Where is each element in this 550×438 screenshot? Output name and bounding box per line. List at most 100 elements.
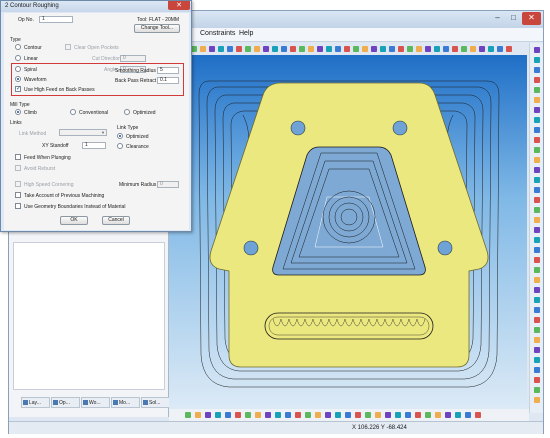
toolbar-tool-icon[interactable] (425, 46, 431, 52)
toolbar-tool-icon[interactable] (434, 46, 440, 52)
side-tool-icon[interactable] (534, 357, 540, 363)
cancel-button[interactable]: Cancel (102, 216, 130, 225)
link-optimized-radio[interactable] (117, 133, 123, 139)
side-tool-icon[interactable] (534, 177, 540, 183)
side-tool-icon[interactable] (534, 227, 540, 233)
toolbar-tool-icon[interactable] (290, 46, 296, 52)
menu-help[interactable]: Help (239, 30, 253, 37)
view-tool-icon[interactable] (325, 412, 331, 418)
view-tool-icon[interactable] (335, 412, 341, 418)
view-tool-icon[interactable] (205, 412, 211, 418)
view-tool-icon[interactable] (445, 412, 451, 418)
view-tool-icon[interactable] (245, 412, 251, 418)
toolbar-tool-icon[interactable] (281, 46, 287, 52)
toolbar-tool-icon[interactable] (479, 46, 485, 52)
side-tool-icon[interactable] (534, 77, 540, 83)
dialog-close-button[interactable]: ✕ (168, 1, 190, 10)
toolbar-tool-icon[interactable] (371, 46, 377, 52)
view-tool-icon[interactable] (465, 412, 471, 418)
side-tool-icon[interactable] (534, 147, 540, 153)
view-tool-icon[interactable] (275, 412, 281, 418)
view-tool-icon[interactable] (295, 412, 301, 418)
toolbar-tool-icon[interactable] (344, 46, 350, 52)
use-geometry-boundaries-checkbox[interactable] (15, 203, 21, 209)
tab-operations[interactable]: Op... (51, 397, 80, 408)
tab-workplanes[interactable]: Wo... (81, 397, 110, 408)
link-method-dropdown[interactable]: ▼ (59, 129, 107, 136)
feed-when-plunging-checkbox[interactable] (15, 154, 21, 160)
type-waveform-radio[interactable] (15, 76, 21, 82)
maximize-button[interactable]: □ (506, 12, 521, 25)
toolbar-tool-icon[interactable] (218, 46, 224, 52)
toolbar-tool-icon[interactable] (317, 46, 323, 52)
view-tool-icon[interactable] (425, 412, 431, 418)
toolbar-tool-icon[interactable] (506, 46, 512, 52)
toolbar-tool-icon[interactable] (308, 46, 314, 52)
side-tool-icon[interactable] (534, 287, 540, 293)
view-tool-icon[interactable] (255, 412, 261, 418)
side-tool-icon[interactable] (534, 307, 540, 313)
toolbar-tool-icon[interactable] (416, 46, 422, 52)
side-tool-icon[interactable] (534, 247, 540, 253)
side-tool-icon[interactable] (534, 347, 540, 353)
side-tool-icon[interactable] (534, 187, 540, 193)
side-tool-icon[interactable] (534, 67, 540, 73)
view-tool-icon[interactable] (185, 412, 191, 418)
toolbar-tool-icon[interactable] (443, 46, 449, 52)
toolbar-tool-icon[interactable] (398, 46, 404, 52)
menu-constraints[interactable]: Constraints (200, 30, 235, 37)
link-clearance-radio[interactable] (117, 143, 123, 149)
toolbar-tool-icon[interactable] (200, 46, 206, 52)
side-tool-icon[interactable] (534, 297, 540, 303)
view-tool-icon[interactable] (215, 412, 221, 418)
side-tool-icon[interactable] (534, 217, 540, 223)
left-panel-tree[interactable] (13, 242, 165, 390)
toolbar-tool-icon[interactable] (227, 46, 233, 52)
avoid-reburst-checkbox[interactable] (15, 165, 21, 171)
dialog-titlebar[interactable]: 2 Contour Roughing ✕ (1, 1, 191, 12)
toolbar-tool-icon[interactable] (488, 46, 494, 52)
type-contour-radio[interactable] (15, 44, 21, 50)
view-tool-icon[interactable] (345, 412, 351, 418)
view-tool-icon[interactable] (265, 412, 271, 418)
cut-direction-field[interactable]: 0 (120, 55, 146, 62)
view-tool-icon[interactable] (365, 412, 371, 418)
minimum-radius-field[interactable]: 0 (157, 181, 179, 188)
side-tool-icon[interactable] (534, 317, 540, 323)
toolbar-tool-icon[interactable] (497, 46, 503, 52)
back-pass-retract-field[interactable]: 0.1 (157, 77, 179, 84)
mill-conventional-radio[interactable] (70, 109, 76, 115)
side-tool-icon[interactable] (534, 127, 540, 133)
side-tool-icon[interactable] (534, 97, 540, 103)
view-tool-icon[interactable] (435, 412, 441, 418)
use-high-feed-checkbox[interactable]: ✓ (15, 86, 21, 92)
view-tool-icon[interactable] (395, 412, 401, 418)
toolbar-tool-icon[interactable] (452, 46, 458, 52)
view-tool-icon[interactable] (375, 412, 381, 418)
view-tool-icon[interactable] (405, 412, 411, 418)
side-tool-icon[interactable] (534, 267, 540, 273)
side-tool-icon[interactable] (534, 107, 540, 113)
side-tool-icon[interactable] (534, 237, 540, 243)
clear-open-pockets-checkbox[interactable] (65, 44, 71, 50)
tab-layers[interactable]: Lay... (21, 397, 50, 408)
toolbar-tool-icon[interactable] (254, 46, 260, 52)
toolbar-tool-icon[interactable] (380, 46, 386, 52)
toolbar-tool-icon[interactable] (263, 46, 269, 52)
view-tool-icon[interactable] (415, 412, 421, 418)
side-tool-icon[interactable] (534, 137, 540, 143)
side-tool-icon[interactable] (534, 57, 540, 63)
side-tool-icon[interactable] (534, 387, 540, 393)
toolbar-tool-icon[interactable] (299, 46, 305, 52)
side-tool-icon[interactable] (534, 197, 540, 203)
side-tool-icon[interactable] (534, 87, 540, 93)
side-tool-icon[interactable] (534, 257, 540, 263)
close-button[interactable]: ✕ (522, 12, 541, 25)
toolbar-tool-icon[interactable] (362, 46, 368, 52)
mill-optimized-radio[interactable] (124, 109, 130, 115)
minimize-button[interactable]: – (490, 12, 505, 25)
view-tool-icon[interactable] (305, 412, 311, 418)
take-account-previous-checkbox[interactable] (15, 192, 21, 198)
side-tool-icon[interactable] (534, 327, 540, 333)
side-tool-icon[interactable] (534, 367, 540, 373)
